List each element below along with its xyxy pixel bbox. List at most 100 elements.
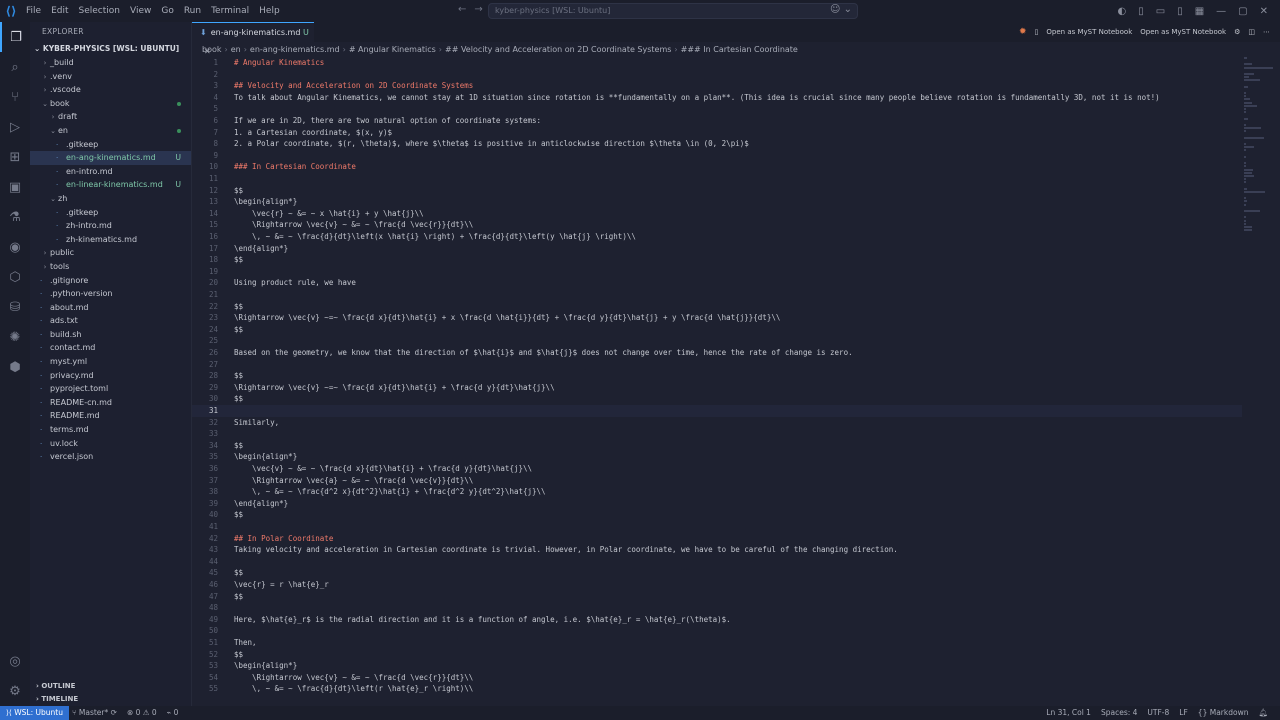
tree-folder[interactable]: ⌄ zh [30, 192, 191, 206]
workspace-root[interactable]: ⌄ KYBER-PHYSICS [WSL: UBUNTU] [30, 42, 191, 56]
code-line[interactable]: 4 To talk about Angular Kinematics, we ca… [192, 92, 1242, 104]
code-line[interactable]: 9 [192, 150, 1242, 162]
code-line[interactable]: 46 \vec{r} = r \hat{e}_r [192, 579, 1242, 591]
branch-status[interactable]: ⑂ Master* ⟳ [72, 706, 117, 720]
code-line[interactable]: 27 [192, 359, 1242, 371]
database-icon[interactable]: ⛁ [0, 292, 30, 322]
explorer-icon[interactable]: ❐ [0, 22, 30, 52]
code-line[interactable]: 44 [192, 556, 1242, 568]
menu-item-edit[interactable]: Edit [51, 6, 68, 16]
myst-icon[interactable]: ✹ [1019, 27, 1027, 37]
ports-status[interactable]: ⌁ 0 [167, 706, 179, 720]
tree-file[interactable]: · .python-version [30, 287, 191, 301]
python-icon[interactable]: ⬢ [0, 352, 30, 382]
command-center-search[interactable]: kyber-physics [WSL: Ubuntu] [488, 3, 858, 19]
menu-item-help[interactable]: Help [259, 6, 280, 16]
tree-file[interactable]: · .gitkeep [30, 206, 191, 220]
code-line[interactable]: 23 \Rightarrow \vec{v} ~=~ \frac{d x}{dt}… [192, 312, 1242, 324]
tree-folder[interactable]: › _build [30, 56, 191, 70]
close-window-icon[interactable]: ✕ [1260, 6, 1268, 17]
code-line[interactable]: 8 2. a Polar coordinate, $(r, \theta)$, w… [192, 138, 1242, 150]
tree-file[interactable]: · .gitkeep [30, 138, 191, 152]
forward-arrow-icon[interactable]: → [474, 4, 482, 15]
code-line[interactable]: 17 \end{align*} [192, 243, 1242, 255]
encoding-status[interactable]: UTF-8 [1147, 706, 1169, 720]
search-icon[interactable]: ⌕ [0, 52, 30, 82]
extensions-icon[interactable]: ⊞ [0, 142, 30, 172]
code-line[interactable]: 28 $$ [192, 370, 1242, 382]
code-line[interactable]: 7 1. a Cartesian coordinate, $(x, y)$ [192, 127, 1242, 139]
settings-gear-icon[interactable]: ⚙ [0, 676, 30, 706]
code-line[interactable]: 33 [192, 428, 1242, 440]
code-line[interactable]: 53 \begin{align*} [192, 660, 1242, 672]
notifications-icon[interactable]: 🔔︎ [1258, 706, 1268, 720]
code-line[interactable]: 54 \Rightarrow \vec{v} ~ &= ~ \frac{d \v… [192, 672, 1242, 684]
back-arrow-icon[interactable]: ← [458, 4, 466, 15]
code-line[interactable]: 6 If we are in 2D, there are two natural … [192, 115, 1242, 127]
tree-file[interactable]: · build.sh [30, 328, 191, 342]
tree-file[interactable]: · uv.lock [30, 437, 191, 451]
split-editor-icon[interactable]: ◫ [1248, 28, 1255, 36]
run-debug-icon[interactable]: ▷ [0, 112, 30, 142]
code-line[interactable]: 41 [192, 521, 1242, 533]
menu-item-terminal[interactable]: Terminal [211, 6, 249, 16]
containers-icon[interactable]: ⬡ [0, 262, 30, 292]
timeline-section[interactable]: › TIMELINE [30, 692, 192, 706]
code-line[interactable]: 55 \, ~ &= ~ \frac{d}{dt}\left(r \hat{e}… [192, 683, 1242, 695]
code-line[interactable]: 42 ## In Polar Coordinate [192, 533, 1242, 545]
code-line[interactable]: 47 $$ [192, 591, 1242, 603]
toggle-panel-icon[interactable]: ▭ [1156, 6, 1165, 17]
tree-file[interactable]: · privacy.md [30, 369, 191, 383]
source-control-icon[interactable]: ⑂ [0, 82, 30, 112]
code-line[interactable]: 45 $$ [192, 567, 1242, 579]
menu-item-file[interactable]: File [26, 6, 41, 16]
tree-folder[interactable]: › .vscode [30, 83, 191, 97]
tree-file[interactable]: · zh-kinematics.md [30, 233, 191, 247]
breadcrumb-item[interactable]: ### In Cartesian Coordinate [681, 45, 798, 54]
tree-file[interactable]: · en-ang-kinematics.md U [30, 151, 191, 165]
tree-file[interactable]: · en-linear-kinematics.md U [30, 178, 191, 192]
code-line[interactable]: 15 \Rightarrow \vec{v} ~ &= ~ \frac{d \v… [192, 219, 1242, 231]
tree-file[interactable]: · en-intro.md [30, 165, 191, 179]
code-line[interactable]: 48 [192, 602, 1242, 614]
menu-item-run[interactable]: Run [184, 6, 201, 16]
code-line[interactable]: 32 Similarly, [192, 417, 1242, 429]
accounts-icon[interactable]: ◐ [1117, 6, 1126, 17]
indentation-status[interactable]: Spaces: 4 [1101, 706, 1137, 720]
maximize-icon[interactable]: ▢ [1238, 6, 1247, 17]
code-line[interactable]: 5 [192, 103, 1242, 115]
tree-file[interactable]: · .gitignore [30, 274, 191, 288]
tree-folder[interactable]: › .venv [30, 70, 191, 84]
github-icon[interactable]: ◉ [0, 232, 30, 262]
code-line[interactable]: 36 \vec{v} ~ &= ~ \frac{d x}{dt}\hat{i} … [192, 463, 1242, 475]
account-icon[interactable]: ◎ [0, 646, 30, 676]
menu-item-go[interactable]: Go [161, 6, 173, 16]
code-line[interactable]: 1 # Angular Kinematics [192, 57, 1242, 69]
tree-file[interactable]: · about.md [30, 301, 191, 315]
breadcrumb-item[interactable]: en [231, 45, 241, 54]
code-line[interactable]: 30 $$ [192, 393, 1242, 405]
code-line[interactable]: 12 $$ [192, 185, 1242, 197]
code-line[interactable]: 26 Based on the geometry, we know that th… [192, 347, 1242, 359]
testing-icon[interactable]: ⚗ [0, 202, 30, 232]
tree-file[interactable]: · vercel.json [30, 450, 191, 464]
tree-folder[interactable]: › public [30, 246, 191, 260]
tree-file[interactable]: · terms.md [30, 423, 191, 437]
gear-extension-icon[interactable]: ✺ [0, 322, 30, 352]
toggle-secondary-sidebar-icon[interactable]: ▯ [1177, 6, 1183, 17]
outline-section[interactable]: › OUTLINE [30, 679, 192, 693]
code-line[interactable]: 49 Here, $\hat{e}_r$ is the radial direct… [192, 614, 1242, 626]
breadcrumb-item[interactable]: book [202, 45, 222, 54]
code-line[interactable]: 37 \Rightarrow \vec{a} ~ &= ~ \frac{d \v… [192, 475, 1242, 487]
breadcrumb-item[interactable]: en-ang-kinematics.md [250, 45, 340, 54]
code-line[interactable]: 52 $$ [192, 649, 1242, 661]
code-line[interactable]: 22 $$ [192, 301, 1242, 313]
code-line[interactable]: 39 \end{align*} [192, 498, 1242, 510]
settings-icon[interactable]: ⚙ [1234, 28, 1240, 36]
copilot-icon[interactable]: ☺ ⌄ [830, 4, 852, 15]
layout-icon[interactable]: ▦ [1195, 6, 1204, 17]
code-editor[interactable]: 1 # Angular Kinematics 2 3 ## Velocity and A… [192, 57, 1280, 706]
code-line[interactable]: 43 Taking velocity and acceleration in Ca… [192, 544, 1242, 556]
open-myst-notebook-button-1[interactable]: Open as MyST Notebook [1046, 28, 1132, 36]
language-mode[interactable]: {} Markdown [1198, 706, 1249, 720]
